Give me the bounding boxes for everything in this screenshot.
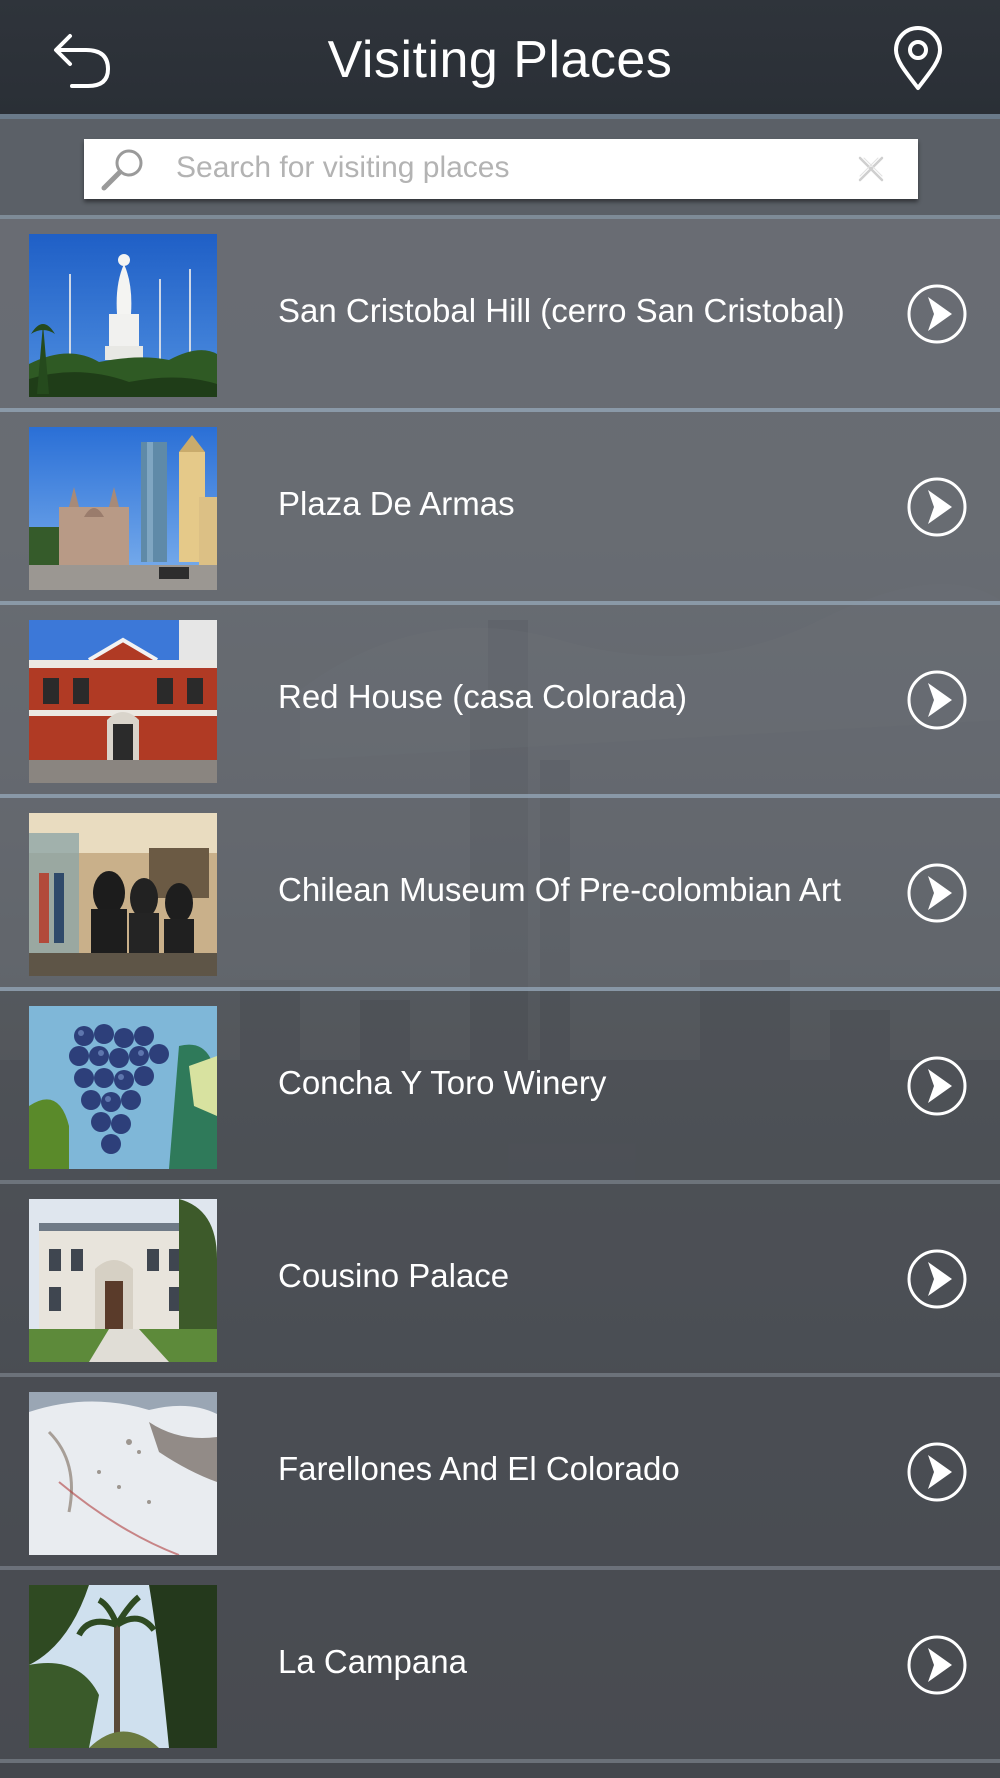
- place-name: Plaza De Armas: [278, 485, 515, 522]
- chevron-right-circle-icon[interactable]: [906, 862, 968, 924]
- location-button[interactable]: [886, 26, 950, 92]
- search-placeholder: Search for visiting places: [176, 151, 510, 184]
- magnifier-icon: [101, 149, 143, 191]
- place-thumbnail: [29, 1392, 217, 1555]
- chevron-right-circle-icon[interactable]: [906, 1441, 968, 1503]
- place-thumbnail: [29, 1199, 217, 1362]
- search-bar: Search for visiting places: [0, 119, 1000, 219]
- place-name: Cousino Palace: [278, 1257, 510, 1294]
- list-item[interactable]: Chilean Museum Of Pre-colombian Art: [0, 798, 1000, 991]
- top-bar: Visiting Places: [0, 0, 1000, 119]
- list-item[interactable]: Red House (casa Colorada): [0, 605, 1000, 798]
- place-thumbnail: [29, 1006, 217, 1169]
- place-thumbnail: [29, 813, 217, 976]
- list-item[interactable]: San Cristobal Hill (cerro San Cristobal): [0, 219, 1000, 412]
- list-item[interactable]: La Campana: [0, 1570, 1000, 1763]
- place-name: La Campana: [278, 1643, 467, 1680]
- places-list: San Cristobal Hill (cerro San Cristobal): [0, 219, 1000, 1763]
- map-pin-icon: [894, 26, 942, 90]
- close-icon[interactable]: [856, 154, 886, 184]
- place-name: Chilean Museum Of Pre-colombian Art: [278, 871, 842, 908]
- list-item[interactable]: Farellones And El Colorado: [0, 1377, 1000, 1570]
- chevron-right-circle-icon[interactable]: [906, 1634, 968, 1696]
- search-input[interactable]: Search for visiting places: [84, 139, 918, 199]
- chevron-right-circle-icon[interactable]: [906, 1055, 968, 1117]
- list-item[interactable]: Cousino Palace: [0, 1184, 1000, 1377]
- place-name: San Cristobal Hill (cerro San Cristobal): [278, 292, 845, 329]
- place-name: Concha Y Toro Winery: [278, 1064, 607, 1101]
- page-title: Visiting Places: [327, 31, 673, 89]
- place-thumbnail: [29, 620, 217, 783]
- list-item[interactable]: Plaza De Armas: [0, 412, 1000, 605]
- place-thumbnail: [29, 427, 217, 590]
- place-thumbnail: [29, 1585, 217, 1748]
- place-thumbnail: [29, 234, 217, 397]
- chevron-right-circle-icon[interactable]: [906, 1248, 968, 1310]
- list-item[interactable]: Concha Y Toro Winery: [0, 991, 1000, 1184]
- place-name: Red House (casa Colorada): [278, 678, 688, 715]
- chevron-right-circle-icon[interactable]: [906, 476, 968, 538]
- chevron-right-circle-icon[interactable]: [906, 669, 968, 731]
- place-name: Farellones And El Colorado: [278, 1450, 680, 1487]
- chevron-right-circle-icon[interactable]: [906, 283, 968, 345]
